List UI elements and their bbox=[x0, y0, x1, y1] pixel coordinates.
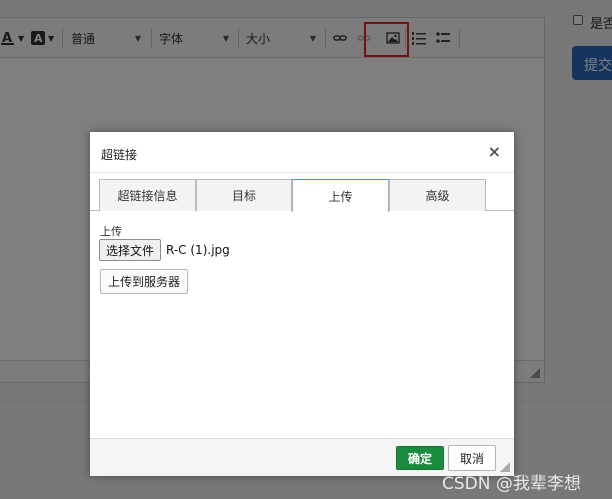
upload-to-server-button[interactable]: 上传到服务器 bbox=[100, 269, 188, 294]
tab-link-info[interactable]: 超链接信息 bbox=[99, 179, 196, 211]
tab-advanced[interactable]: 高级 bbox=[389, 179, 486, 211]
selected-file-name: R-C (1).jpg bbox=[166, 243, 230, 257]
cancel-button[interactable]: 取消 bbox=[448, 445, 496, 471]
upload-label: 上传 bbox=[100, 225, 122, 238]
dialog-title: 超链接 bbox=[101, 148, 138, 162]
dialog-tabs: 超链接信息 目标 上传 高级 bbox=[90, 179, 514, 212]
close-icon[interactable]: × bbox=[488, 144, 501, 160]
tab-upload[interactable]: 上传 bbox=[292, 179, 389, 212]
tab-target[interactable]: 目标 bbox=[196, 179, 292, 211]
choose-file-button[interactable]: 选择文件 bbox=[99, 239, 161, 261]
hyperlink-dialog: 超链接 × 超链接信息 目标 上传 高级 上传 选择文件 R-C (1).jpg… bbox=[90, 132, 514, 476]
dialog-titlebar: 超链接 × bbox=[90, 132, 514, 173]
watermark: CSDN @我辈李想 bbox=[442, 474, 581, 494]
ok-button[interactable]: 确定 bbox=[396, 446, 444, 470]
